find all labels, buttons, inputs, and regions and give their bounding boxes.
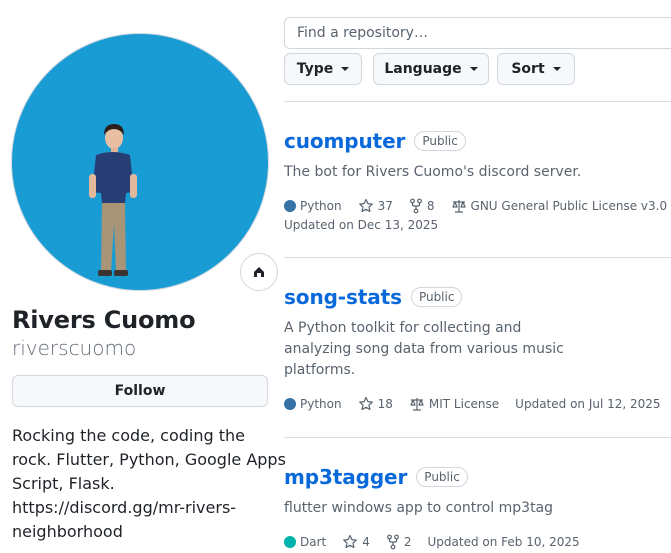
updated-timestamp: Updated on Feb 10, 2025 (427, 535, 580, 549)
repo-language: Python (284, 397, 342, 411)
repo-item: song-stats Public A Python toolkit for c… (284, 285, 671, 412)
repo-item: cuomputer Public The bot for Rivers Cuom… (284, 129, 671, 232)
chevron-down-icon (469, 67, 478, 71)
divider (284, 101, 671, 102)
chevron-down-icon (341, 67, 350, 71)
repo-description-line: analyzing song data from various music (284, 341, 564, 357)
repo-license: GNU General Public License v3.0 (451, 198, 668, 214)
updated-timestamp: Updated on Dec 13, 2025 (284, 218, 439, 232)
profile-avatar-container (11, 33, 278, 291)
language-label: Python (300, 397, 342, 411)
repo-item: mp3tagger Public flutter windows app to … (284, 465, 671, 550)
type-filter-label: Type (296, 61, 334, 77)
repo-meta: Python 18 MIT License Updated on Jul 12,… (284, 396, 671, 412)
stars-count: 18 (377, 397, 393, 411)
set-status-button[interactable] (240, 253, 278, 291)
bio-link[interactable]: https://discord.gg/mr-rivers- (12, 496, 274, 520)
divider (284, 437, 671, 438)
profile-name: Rivers Cuomo (12, 306, 196, 334)
avatar[interactable] (11, 33, 269, 291)
status-emoji-icon (254, 267, 264, 277)
language-label: Dart (300, 535, 327, 549)
star-icon (343, 534, 358, 549)
license-label: GNU General Public License v3.0 (470, 199, 668, 213)
star-icon (358, 198, 373, 213)
repo-language: Python (284, 199, 342, 213)
language-filter-label: Language (384, 61, 462, 77)
language-color-icon (284, 398, 296, 410)
repo-license: MIT License (409, 396, 499, 412)
stars-count: 37 (377, 199, 393, 213)
repo-description-line: The bot for Rivers Cuomo's discord serve… (284, 164, 582, 180)
repo-stars-link[interactable]: 37 (358, 198, 393, 214)
sort-filter-label: Sort (511, 61, 545, 77)
repo-description: The bot for Rivers Cuomo's discord serve… (284, 162, 671, 183)
bio-line: Rocking the code, coding the (12, 426, 246, 445)
fork-icon (386, 534, 399, 550)
avatar-person-image (89, 124, 137, 276)
bio-line: rock. Flutter, Python, Google Apps (12, 450, 286, 469)
license-label: MIT License (428, 397, 500, 411)
repo-description-line: flutter windows app to control mp3tag (284, 500, 554, 516)
repo-stars-link[interactable]: 18 (358, 396, 393, 412)
chevron-down-icon (552, 67, 561, 71)
repo-meta: Python 37 8 GNU General Public License v… (284, 198, 671, 232)
language-color-icon (284, 536, 296, 548)
repo-language: Dart (284, 535, 326, 549)
repo-name-link[interactable]: cuomputer (284, 129, 405, 153)
sort-filter-button[interactable]: Sort (497, 53, 575, 85)
type-filter-button[interactable]: Type (284, 53, 362, 85)
repo-meta: Dart 4 2 Updated on Feb 10, 2025 (284, 534, 671, 550)
language-color-icon (284, 200, 296, 212)
visibility-badge: Public (410, 287, 463, 307)
visibility-badge: Public (416, 467, 468, 487)
profile-username: riverscuomo (12, 336, 137, 360)
law-scale-icon (451, 200, 466, 213)
forks-count: 2 (403, 535, 412, 549)
star-icon (358, 396, 373, 411)
visibility-badge: Public (414, 131, 466, 151)
language-label: Python (300, 199, 342, 213)
repo-description: A Python toolkit for collecting and anal… (284, 318, 671, 381)
repo-description-line: A Python toolkit for collecting and (284, 320, 522, 336)
profile-bio: Rocking the code, coding the rock. Flutt… (12, 424, 286, 544)
repo-stars-link[interactable]: 4 (342, 534, 370, 550)
repo-description-line: platforms. (284, 362, 356, 378)
repo-name-link[interactable]: mp3tagger (284, 465, 407, 489)
repo-forks-link[interactable]: 2 (386, 534, 412, 550)
repository-search-input[interactable] (284, 17, 671, 49)
bio-link[interactable]: neighborhood (12, 520, 274, 544)
repo-forks-link[interactable]: 8 (409, 198, 435, 214)
updated-timestamp: Updated on Jul 12, 2025 (515, 397, 661, 411)
repo-name-link[interactable]: song-stats (284, 285, 402, 309)
stars-count: 4 (362, 535, 370, 549)
fork-icon (409, 198, 422, 214)
repo-description: flutter windows app to control mp3tag (284, 498, 671, 519)
forks-count: 8 (426, 199, 435, 213)
follow-button[interactable]: Follow (12, 375, 268, 407)
bio-line: Script, Flask. (12, 474, 115, 493)
divider (284, 257, 671, 258)
language-filter-button[interactable]: Language (373, 53, 489, 85)
law-scale-icon (410, 398, 424, 411)
